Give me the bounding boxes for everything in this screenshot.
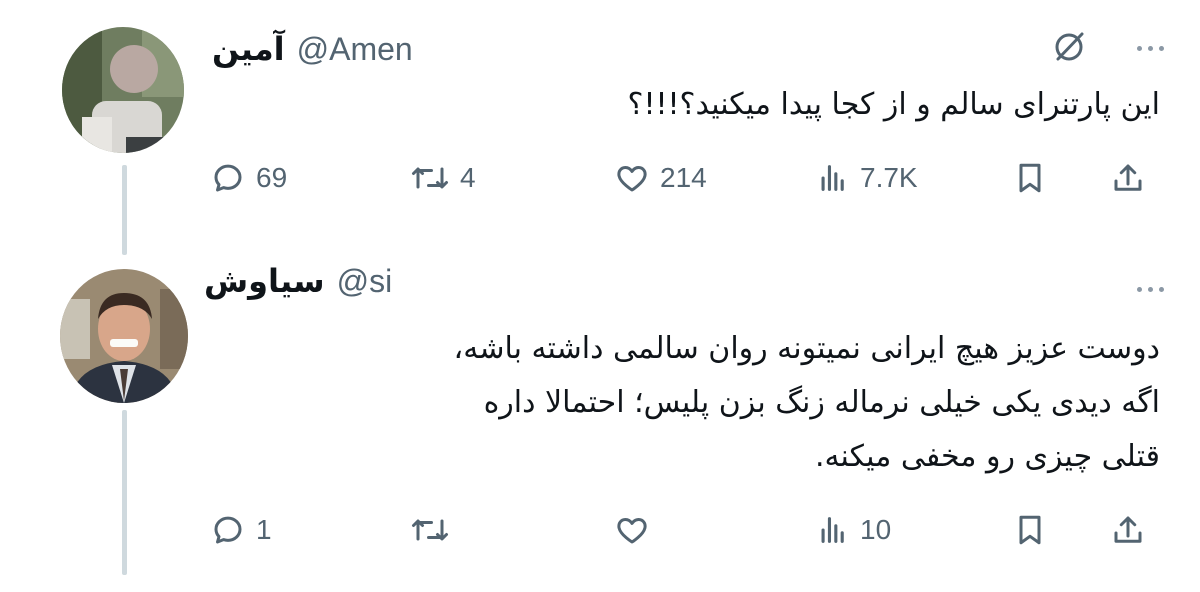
- grok-no-icon[interactable]: [1052, 30, 1086, 64]
- user-handle[interactable]: @si: [337, 263, 393, 300]
- views-icon: [821, 517, 844, 543]
- more-icon[interactable]: [1137, 46, 1164, 51]
- reply-count: 69: [256, 162, 288, 193]
- retweet-button[interactable]: [410, 506, 460, 554]
- bookmark-icon: [1019, 515, 1041, 545]
- bookmark-icon: [1019, 163, 1041, 193]
- like-count: 214: [660, 162, 707, 193]
- reply-button[interactable]: 69: [210, 154, 287, 202]
- display-name[interactable]: سیاوش: [204, 262, 325, 300]
- tweet-actions: 1 10: [210, 506, 1160, 554]
- share-button[interactable]: [1110, 506, 1146, 554]
- bookmark-button[interactable]: [1012, 506, 1048, 554]
- reply-button[interactable]: 1: [210, 506, 272, 554]
- retweet-icon: [412, 167, 448, 189]
- avatar[interactable]: [62, 27, 184, 153]
- like-button[interactable]: 214: [614, 154, 707, 202]
- retweet-button[interactable]: 4: [410, 154, 476, 202]
- reply-count: 1: [256, 514, 272, 545]
- share-icon: [1114, 516, 1142, 543]
- heart-icon: [617, 166, 647, 192]
- tweet-text: دوست عزیز هیچ ایرانی نمیتونه روان سالمی …: [453, 331, 1160, 474]
- share-button[interactable]: [1110, 154, 1146, 202]
- user-handle[interactable]: @Amen: [297, 31, 413, 68]
- more-icon[interactable]: [1137, 287, 1164, 292]
- views-icon: [821, 165, 844, 191]
- retweet-icon: [412, 519, 448, 541]
- tweet-text: این پارتنرای سالم و از کجا پیدا میکنید؟!…: [627, 87, 1160, 122]
- view-count: 7.7K: [860, 162, 918, 193]
- retweet-count: 4: [460, 162, 476, 193]
- reply-icon: [214, 516, 242, 544]
- tweet-actions: 69 4 214 7.7K: [210, 154, 1160, 202]
- reply-icon: [214, 164, 242, 192]
- thread-line-top: [122, 165, 127, 255]
- heart-icon: [617, 518, 647, 544]
- tweet-header: سیاوش @si: [204, 262, 392, 300]
- tweet-header: آمین @Amen: [212, 30, 413, 68]
- like-button[interactable]: [614, 506, 660, 554]
- views-button[interactable]: 10: [816, 506, 891, 554]
- view-count: 10: [860, 514, 892, 545]
- bookmark-button[interactable]: [1012, 154, 1048, 202]
- share-icon: [1114, 164, 1142, 191]
- display-name[interactable]: آمین: [212, 30, 285, 68]
- avatar[interactable]: [60, 269, 188, 403]
- views-button[interactable]: 7.7K: [816, 154, 918, 202]
- thread-line-bottom: [122, 410, 127, 575]
